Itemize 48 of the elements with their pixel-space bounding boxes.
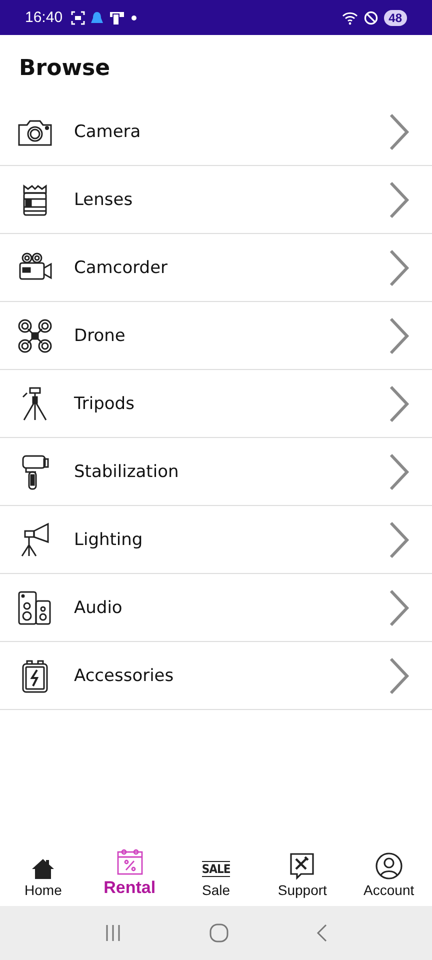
category-item[interactable]: Accessories	[0, 642, 432, 710]
category-label: Lighting	[74, 530, 144, 550]
do-not-disturb-icon	[364, 10, 378, 24]
dot-icon	[130, 14, 137, 20]
category-label: Accessories	[74, 666, 175, 686]
status-time: 16:40	[25, 9, 63, 26]
chevron-icon	[388, 112, 410, 150]
category-label: Lenses	[74, 190, 134, 210]
chevron-icon	[388, 520, 410, 558]
wifi-icon	[342, 10, 358, 24]
chevron-icon	[388, 452, 410, 490]
account-icon	[374, 852, 403, 880]
category-item[interactable]: Stabilization	[0, 438, 432, 506]
category-item[interactable]: Camcorder	[0, 234, 432, 302]
chevron-icon	[388, 180, 410, 218]
page-title: Browse	[18, 55, 112, 83]
category-item[interactable]: Tripods	[0, 370, 432, 438]
category-item[interactable]: Lighting	[0, 506, 432, 574]
chevron-icon	[388, 316, 410, 354]
nav-tab[interactable]: Home	[0, 840, 86, 906]
chevron-icon	[388, 384, 410, 422]
chevron-icon	[388, 656, 410, 694]
support-tools-icon	[289, 852, 316, 880]
category-label: Stabilization	[74, 462, 180, 482]
nav-tab[interactable]: Support	[259, 840, 346, 906]
category-label: Drone	[74, 326, 126, 346]
nav-tab[interactable]: Rental	[86, 840, 173, 906]
category-item[interactable]: Camera	[0, 98, 432, 166]
battery-level: 48	[384, 10, 407, 26]
back-icon[interactable]	[316, 923, 328, 943]
home-icon	[31, 858, 56, 880]
nav-tab[interactable]: SALE Sale	[172, 840, 260, 906]
category-label: Camcorder	[74, 258, 169, 278]
category-label: Camera	[74, 122, 142, 142]
nav-tab[interactable]: Account	[346, 840, 432, 906]
calendar-percent-icon	[116, 848, 144, 876]
category-label: Tripods	[74, 394, 136, 414]
category-item[interactable]: Drone	[0, 302, 432, 370]
chevron-icon	[388, 248, 410, 286]
drone-icon	[16, 316, 54, 354]
category-item[interactable]: Audio	[0, 574, 432, 642]
category-label: Audio	[74, 598, 124, 618]
recent-apps-icon[interactable]	[104, 924, 122, 942]
chevron-icon	[388, 588, 410, 626]
notification-icon	[90, 10, 103, 24]
category-item[interactable]: Lenses	[0, 166, 432, 234]
screenshot-icon	[70, 10, 85, 24]
speaker-icon	[16, 588, 54, 626]
